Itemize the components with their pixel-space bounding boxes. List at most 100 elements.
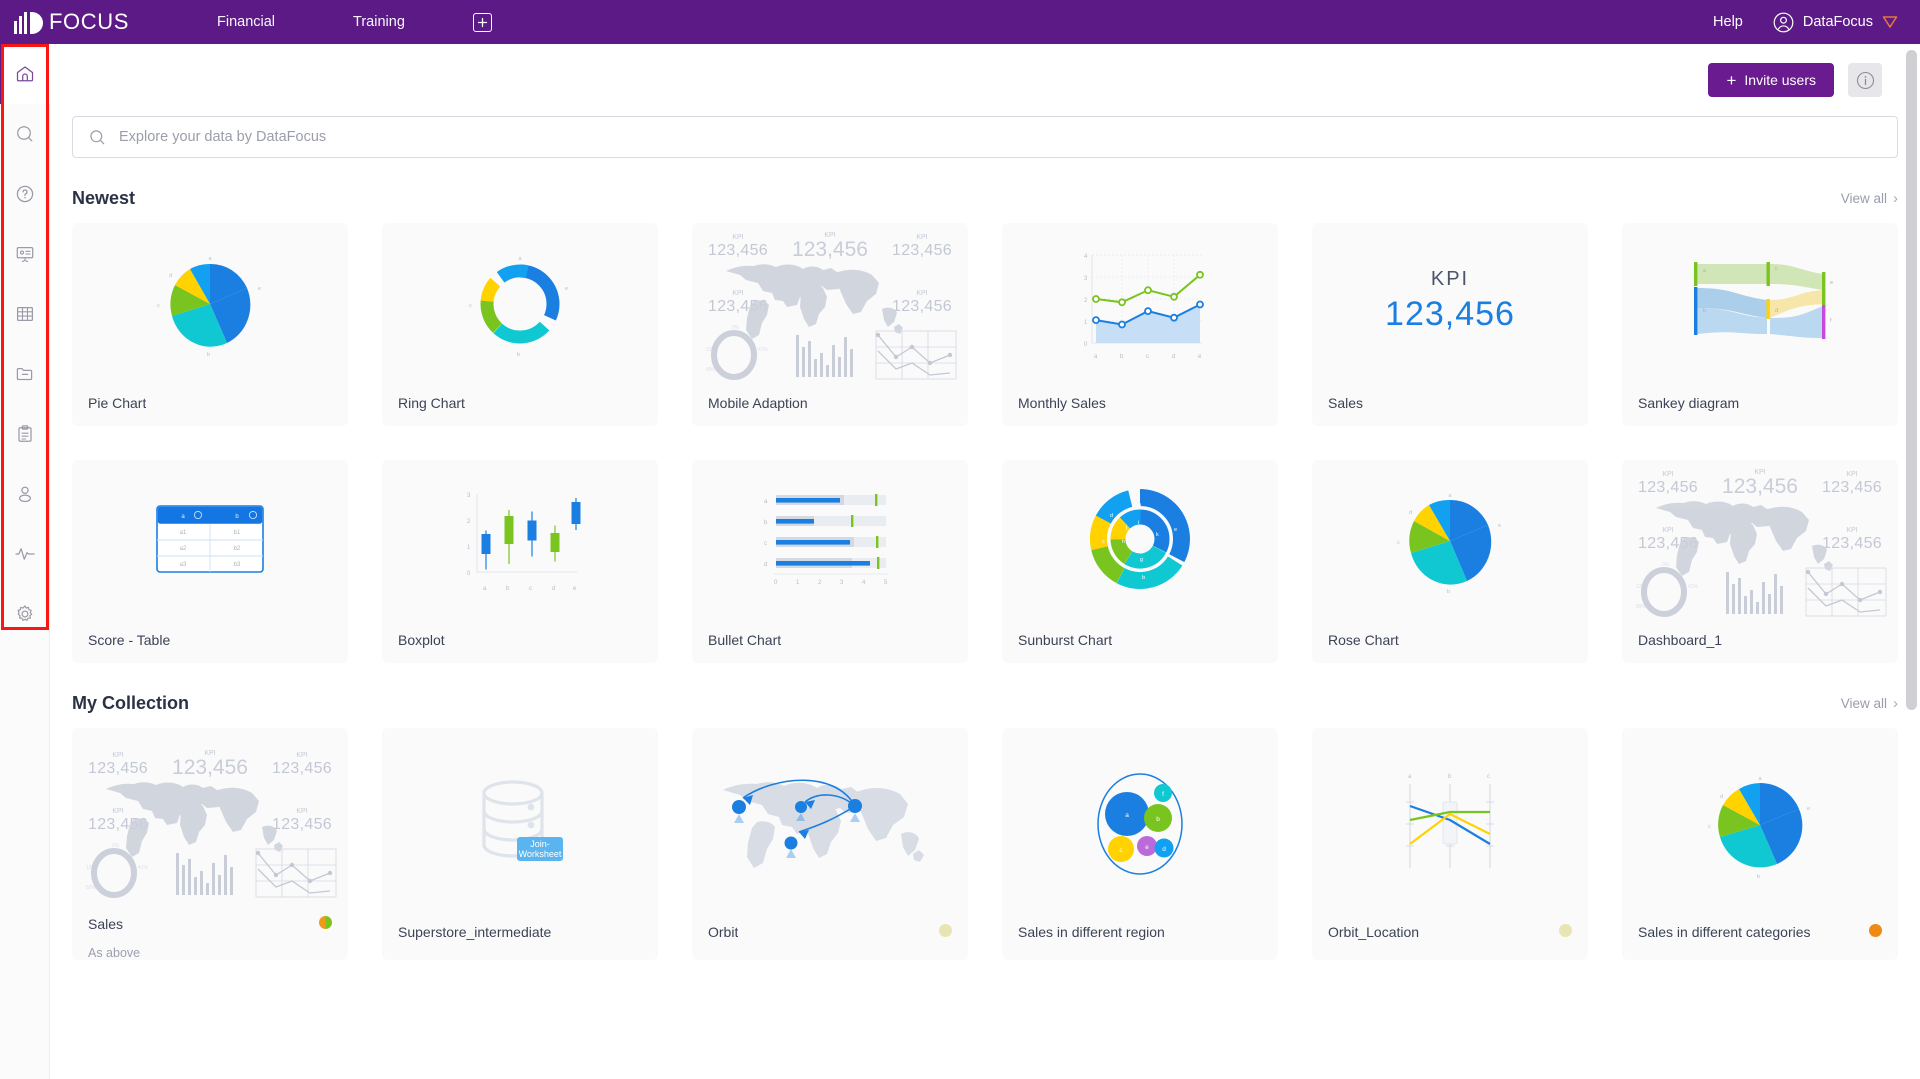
card-score-table[interactable]: a b a1 b1 a2 b2 a3 b3 Score - Table <box>72 460 348 663</box>
svg-text:a: a <box>483 586 487 592</box>
clipboard-icon <box>18 425 32 442</box>
join-label-line1: Join- <box>530 839 550 849</box>
card-subtitle: As above <box>88 946 141 960</box>
card-footer: Orbit <box>692 920 968 960</box>
card-title: Sales <box>88 916 124 932</box>
card-thumbnail: a e b c d <box>1312 460 1588 617</box>
card-bullet-chart[interactable]: abcd 012 345 Bullet Chart <box>692 460 968 663</box>
add-tab-icon[interactable] <box>472 12 492 32</box>
svg-text:KPI: KPI <box>1662 471 1673 478</box>
card-footer: Sales <box>1312 380 1588 426</box>
svg-text:c: c <box>1775 266 1778 272</box>
main-nav: Financial Training <box>197 12 492 32</box>
brand-logo[interactable]: FOCUS <box>14 9 129 35</box>
svg-text:123,456: 123,456 <box>272 816 332 833</box>
svg-text:KPI: KPI <box>1846 527 1857 534</box>
card-sales-different-categories[interactable]: a e b c d Sales in different categories <box>1622 728 1898 960</box>
card-collection-sales[interactable]: KPI 123,456 KPI 123,456 KPI 123,456 KPI … <box>72 728 348 960</box>
card-title: Score - Table <box>88 632 171 648</box>
card-rose-chart[interactable]: a e b c d Rose Chart <box>1312 460 1588 663</box>
sankey-thumb: ab cd ef <box>1694 261 1833 339</box>
svg-text:b: b <box>1448 774 1452 780</box>
pie-chart-thumb: a e b c d <box>157 256 261 358</box>
scrollbar-thumb[interactable] <box>1906 50 1917 710</box>
card-title: Ring Chart <box>398 395 465 411</box>
svg-text:h: h <box>1122 539 1125 545</box>
card-dashboard-1[interactable]: KPI 123,456 KPI 123,456 KPI 123,456 KPI … <box>1622 460 1898 663</box>
plus-icon: + <box>1726 70 1737 90</box>
search-input[interactable]: Explore your data by DataFocus <box>72 116 1898 158</box>
card-title: Sales in different region <box>1018 924 1165 940</box>
card-orbit[interactable]: Orbit <box>692 728 968 960</box>
svg-text:c: c <box>1397 540 1400 546</box>
info-button[interactable] <box>1848 63 1882 97</box>
gear-icon <box>17 605 33 621</box>
card-sunburst-chart[interactable]: aeb cd ikg hj Sunburst Chart <box>1002 460 1278 663</box>
status-badge <box>939 924 952 937</box>
card-sales-kpi[interactable]: KPI 123,456 Sales <box>1312 223 1588 426</box>
sunburst-thumb: aeb cd ikg hj <box>1089 488 1190 589</box>
card-boxplot[interactable]: 3 2 1 0 a b c d e Boxplot <box>382 460 658 663</box>
card-title: Superstore_intermediate <box>398 924 552 940</box>
svg-text:a: a <box>208 256 212 262</box>
sidebar-item-home[interactable] <box>0 44 50 104</box>
card-thumbnail: 3 2 1 0 a b c d e <box>382 460 658 617</box>
svg-text:g: g <box>1140 557 1143 563</box>
card-monthly-sales[interactable]: 432 10 abc de Monthly Sales <box>1002 223 1278 426</box>
card-superstore-intermediate[interactable]: Join- Worksheet Superstore_intermediate <box>382 728 658 960</box>
view-all-my-collection[interactable]: View all › <box>1841 696 1898 711</box>
topbar-right-group: Help DataFocus <box>1713 12 1898 33</box>
view-all-newest[interactable]: View all › <box>1841 191 1898 206</box>
card-pie-chart[interactable]: a e b c d Pie Chart <box>72 223 348 426</box>
sidebar-item-presentation[interactable] <box>0 224 50 284</box>
svg-text:a: a <box>1448 493 1452 499</box>
svg-text:KPI: KPI <box>732 290 743 297</box>
user-menu[interactable]: DataFocus <box>1773 12 1898 33</box>
svg-text:c: c <box>764 541 767 547</box>
invite-users-button[interactable]: + Invite users <box>1708 63 1834 97</box>
search-icon <box>17 126 33 142</box>
svg-text:d: d <box>1775 308 1778 314</box>
card-footer: Sales in different categories <box>1622 920 1898 960</box>
svg-text:0: 0 <box>1084 342 1088 348</box>
sidebar-item-settings[interactable] <box>0 584 50 644</box>
nav-financial[interactable]: Financial <box>197 14 295 30</box>
card-title: Bullet Chart <box>708 632 782 648</box>
svg-text:a: a <box>518 256 522 262</box>
sidebar-item-table[interactable] <box>0 284 50 344</box>
card-sankey-diagram[interactable]: ab cd ef Sankey diagram <box>1622 223 1898 426</box>
sidebar-item-folder[interactable] <box>0 344 50 404</box>
svg-text:d: d <box>1162 846 1166 853</box>
svg-text:c: c <box>1102 539 1105 545</box>
svg-text:b: b <box>1757 874 1760 880</box>
svg-text:d: d <box>1110 513 1113 519</box>
svg-text:a3: a3 <box>180 562 187 568</box>
svg-text:5: 5 <box>884 580 888 586</box>
sidebar-item-activity[interactable] <box>0 524 50 584</box>
orbit-map-thumb <box>723 779 924 868</box>
focus-logo-icon <box>14 10 43 34</box>
pie-chart-thumb: a e b c d <box>1708 776 1810 880</box>
sidebar-item-search[interactable] <box>0 104 50 164</box>
card-mobile-adaption[interactable]: KPI 123,456 KPI 123,456 KPI 123,456 KPI … <box>692 223 968 426</box>
sidebar-item-user[interactable] <box>0 464 50 524</box>
sidebar-item-clipboard[interactable] <box>0 404 50 464</box>
svg-text:41%: 41% <box>138 865 149 871</box>
svg-text:123,456: 123,456 <box>272 760 332 777</box>
sidebar-item-help[interactable] <box>0 164 50 224</box>
kpi-value: 123,456 <box>1385 295 1515 333</box>
svg-text:12%: 12% <box>86 865 97 871</box>
user-name: DataFocus <box>1802 14 1873 30</box>
card-orbit-location[interactable]: abc Orbit_Location <box>1312 728 1588 960</box>
svg-text:123,456: 123,456 <box>1722 475 1798 498</box>
nav-training[interactable]: Training <box>333 14 425 30</box>
svg-text:b: b <box>517 352 520 358</box>
status-badge <box>1559 924 1572 937</box>
card-ring-chart[interactable]: a e b c Ring Chart <box>382 223 658 426</box>
svg-text:KPI: KPI <box>916 234 927 241</box>
svg-text:3: 3 <box>840 580 844 586</box>
card-footer: Boxplot <box>382 617 658 663</box>
help-link[interactable]: Help <box>1713 14 1743 30</box>
card-sales-different-region[interactable]: abc def Sales in different region <box>1002 728 1278 960</box>
pulse-icon <box>15 548 35 560</box>
